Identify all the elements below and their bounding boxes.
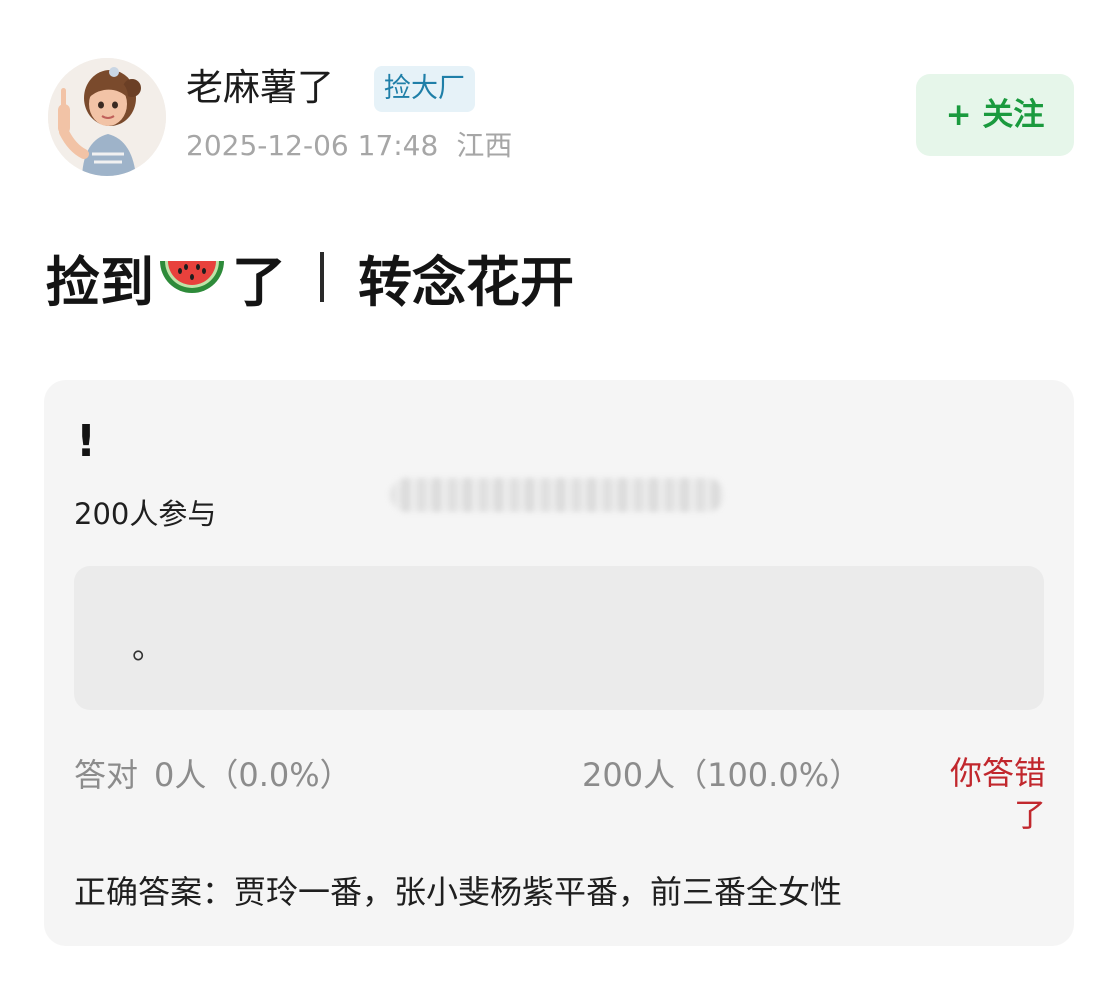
post-title-prefix: 捡到 (46, 250, 154, 314)
quiz-wrong-stat: 200人（100.0%） (582, 756, 862, 794)
post-title-suffix: 了 (232, 250, 286, 314)
post-location: 江西 (456, 129, 513, 162)
avatar-icon (48, 58, 166, 176)
follow-button[interactable]: + 关注 (916, 74, 1074, 156)
quiz-participants: 200人参与 (74, 497, 217, 531)
quiz-result-tag: 你答错了 (949, 754, 1046, 834)
username[interactable]: 老麻薯了 (186, 62, 334, 114)
quiz-correct-value: 0人（0.0%） (154, 756, 352, 794)
watermelon-icon (160, 261, 224, 293)
post-title-tail: 转念花开 (358, 250, 574, 314)
quiz-correct-stat: 答对 0人（0.0%） (74, 752, 352, 798)
blurred-redaction (390, 478, 724, 512)
title-separator (320, 252, 324, 302)
avatar[interactable] (48, 58, 166, 176)
post-title: 捡到 了 转念花开 (46, 240, 574, 314)
post-timestamp: 2025-12-06 17:48 (186, 129, 439, 162)
quiz-correct-label: 答对 (74, 756, 139, 794)
quiz-option-text: 。 (132, 628, 165, 666)
post-meta: 2025-12-06 17:48 江西 (186, 124, 512, 168)
user-badge[interactable]: 捡大厂 (374, 66, 475, 112)
quiz-option[interactable] (74, 566, 1044, 710)
quiz-correct-answer: 正确答案：贾玲一番，张小斐杨紫平番，前三番全女性 (74, 873, 843, 911)
quiz-question: ! (76, 416, 97, 467)
